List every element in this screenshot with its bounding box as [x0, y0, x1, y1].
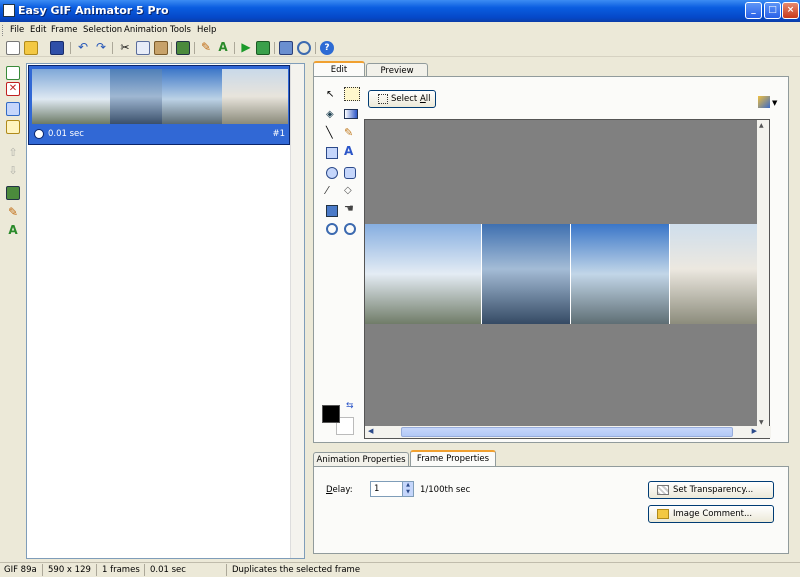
- redo-icon[interactable]: ↷: [94, 41, 108, 55]
- status-bar: GIF 89a 590 x 129 1 frames 0.01 sec Dupl…: [0, 562, 800, 577]
- zoom-in-icon[interactable]: [326, 223, 338, 235]
- add-frame-icon[interactable]: [6, 66, 20, 80]
- menu-selection[interactable]: Selection: [83, 25, 122, 35]
- frame-item[interactable]: 0.01 sec #1: [28, 65, 290, 145]
- line-icon[interactable]: ╲: [326, 127, 338, 139]
- zoom-icon[interactable]: [297, 41, 311, 55]
- status-hint: Duplicates the selected frame: [232, 565, 361, 575]
- resize-icon[interactable]: [176, 41, 190, 55]
- frame-properties-panel: Delay: 1 ▲ ▼ 1/100th sec Set Transparenc…: [313, 466, 789, 554]
- pencil-icon[interactable]: ✎: [344, 127, 356, 139]
- zoom-out-icon[interactable]: [344, 223, 356, 235]
- wand-icon[interactable]: ✎: [199, 41, 213, 55]
- menu-frame[interactable]: Frame: [51, 25, 77, 35]
- frame-thumbnail: [32, 69, 288, 124]
- folder-icon: [657, 509, 669, 519]
- selection-icon: [378, 94, 388, 104]
- status-format: GIF 89a: [4, 565, 37, 575]
- insert-frame-icon[interactable]: [6, 120, 20, 134]
- add-text-icon[interactable]: A: [6, 224, 20, 238]
- color-picker-dropdown[interactable]: ▼: [758, 95, 780, 109]
- text-icon[interactable]: A: [216, 41, 230, 55]
- chevron-down-icon: ▼: [772, 99, 778, 107]
- move-down-icon[interactable]: ⇩: [6, 164, 20, 178]
- status-size: 590 x 129: [48, 565, 91, 575]
- image-comment-button[interactable]: Image Comment...: [648, 505, 774, 523]
- gradient-icon[interactable]: [344, 109, 358, 119]
- hand-icon[interactable]: ☚: [344, 203, 356, 215]
- tab-frame-properties[interactable]: Frame Properties: [410, 450, 496, 467]
- maximize-button[interactable]: □: [764, 2, 781, 19]
- eyedropper-icon[interactable]: ⁄: [326, 185, 338, 197]
- undo-icon[interactable]: ↶: [76, 41, 90, 55]
- delay-spinner[interactable]: ▲ ▼: [402, 482, 413, 496]
- color-swatches: ⇆: [322, 401, 356, 437]
- window-title: Easy GIF Animator 5 Pro: [18, 4, 169, 17]
- close-button[interactable]: ×: [782, 2, 799, 19]
- play-icon[interactable]: ▶: [239, 41, 253, 55]
- minimize-button[interactable]: _: [745, 2, 762, 19]
- delete-frame-icon[interactable]: ✕: [6, 82, 20, 96]
- frame-duration: 0.01 sec: [48, 129, 84, 139]
- save-icon[interactable]: [50, 41, 64, 55]
- delay-unit: 1/100th sec: [420, 485, 471, 495]
- clock-icon: [34, 129, 44, 139]
- fill-icon[interactable]: ◈: [326, 109, 338, 121]
- status-duration: 0.01 sec: [150, 565, 186, 575]
- menu-grip: [2, 25, 5, 36]
- duplicate-frame-icon[interactable]: [6, 102, 20, 116]
- move-up-icon[interactable]: ⇧: [6, 146, 20, 160]
- frame-list: 0.01 sec #1: [26, 63, 305, 559]
- pointer-icon[interactable]: ↖: [326, 89, 338, 101]
- frame-tools-bar: ✕ ⇧ ⇩ ✎ A: [0, 62, 24, 562]
- canvas-vertical-scrollbar[interactable]: ▲ ▼: [757, 120, 769, 428]
- menu-tools[interactable]: Tools: [170, 25, 191, 35]
- menu-animation[interactable]: Animation: [124, 25, 167, 35]
- edit-panel: ↖ ◈ ╲ ✎ A ⁄ ◇ ☚ Select All ▼ ▲ ▼ ◀ ▶ ⇆: [313, 76, 789, 443]
- canvas-horizontal-scrollbar[interactable]: ◀ ▶: [365, 426, 771, 438]
- scrollbar-thumb[interactable]: [401, 427, 733, 437]
- image-canvas[interactable]: ▲ ▼ ◀ ▶: [364, 119, 771, 439]
- effects-icon[interactable]: ✎: [6, 206, 20, 220]
- select-all-button[interactable]: Select All: [368, 90, 436, 108]
- eraser-icon[interactable]: ◇: [344, 185, 356, 197]
- rounded-rect-icon[interactable]: [344, 167, 356, 179]
- preview-icon[interactable]: [256, 41, 270, 55]
- image-icon[interactable]: [6, 186, 20, 200]
- open-icon[interactable]: [24, 41, 38, 55]
- delay-label: Delay:: [326, 485, 353, 495]
- frame-list-scrollbar[interactable]: [290, 64, 304, 558]
- new-icon[interactable]: [6, 41, 20, 55]
- paste-icon[interactable]: [154, 41, 168, 55]
- text-tool-icon[interactable]: A: [344, 145, 356, 157]
- app-icon: [3, 4, 15, 17]
- transparency-icon: [657, 485, 669, 495]
- title-bar: Easy GIF Animator 5 Pro _ □ ×: [0, 0, 800, 22]
- palette-icon: [758, 96, 770, 108]
- rect-select-icon[interactable]: [344, 87, 360, 101]
- optimize-icon[interactable]: [279, 41, 293, 55]
- menu-file[interactable]: File: [10, 25, 24, 35]
- cut-icon[interactable]: ✂: [118, 41, 132, 55]
- menu-bar: File Edit Frame Selection Animation Tool…: [0, 22, 800, 39]
- copy-icon[interactable]: [136, 41, 150, 55]
- swap-colors-icon[interactable]: ⇆: [346, 401, 354, 411]
- set-transparency-button[interactable]: Set Transparency...: [648, 481, 774, 499]
- status-frames: 1 frames: [102, 565, 140, 575]
- frame-image: [365, 224, 769, 324]
- foreground-color[interactable]: [322, 405, 340, 423]
- frame-number: #1: [272, 129, 285, 139]
- rectangle-icon[interactable]: [326, 147, 338, 159]
- menu-edit[interactable]: Edit: [30, 25, 46, 35]
- help-icon[interactable]: ?: [320, 41, 334, 55]
- resize-canvas-icon[interactable]: [326, 205, 338, 217]
- ellipse-icon[interactable]: [326, 167, 338, 179]
- toolbar: ↶ ↷ ✂ ✎ A ▶ ?: [0, 39, 800, 57]
- menu-help[interactable]: Help: [197, 25, 216, 35]
